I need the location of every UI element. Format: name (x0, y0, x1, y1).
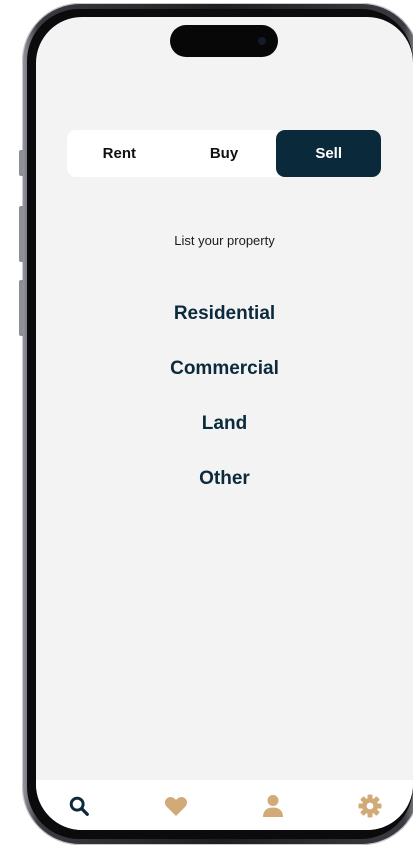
gear-icon (358, 794, 382, 818)
search-icon (69, 796, 89, 816)
device-mockup: Rent Buy Sell List your property Residen… (0, 0, 413, 848)
user-icon (263, 795, 283, 817)
property-type-list: Residential Commercial Land Other (36, 300, 413, 520)
tab-profile[interactable] (260, 793, 286, 819)
heart-icon (164, 796, 188, 816)
segment-sell[interactable]: Sell (276, 130, 382, 177)
side-button (19, 150, 23, 176)
tab-settings[interactable] (357, 793, 383, 819)
option-other[interactable]: Other (36, 465, 413, 520)
dynamic-island (170, 25, 278, 57)
segment-buy[interactable]: Buy (172, 130, 277, 177)
volume-down-button (19, 280, 23, 336)
camera-lens (258, 37, 266, 45)
listing-type-segmented-control: Rent Buy Sell (67, 130, 382, 177)
option-residential[interactable]: Residential (36, 300, 413, 355)
bottom-tab-bar (36, 780, 413, 830)
option-land[interactable]: Land (36, 410, 413, 465)
page-subtitle: List your property (174, 233, 275, 248)
tab-search[interactable] (66, 793, 92, 819)
option-commercial[interactable]: Commercial (36, 355, 413, 410)
app-screen: Rent Buy Sell List your property Residen… (36, 17, 413, 830)
tab-favorites[interactable] (163, 793, 189, 819)
volume-up-button (19, 206, 23, 262)
segment-rent[interactable]: Rent (67, 130, 172, 177)
